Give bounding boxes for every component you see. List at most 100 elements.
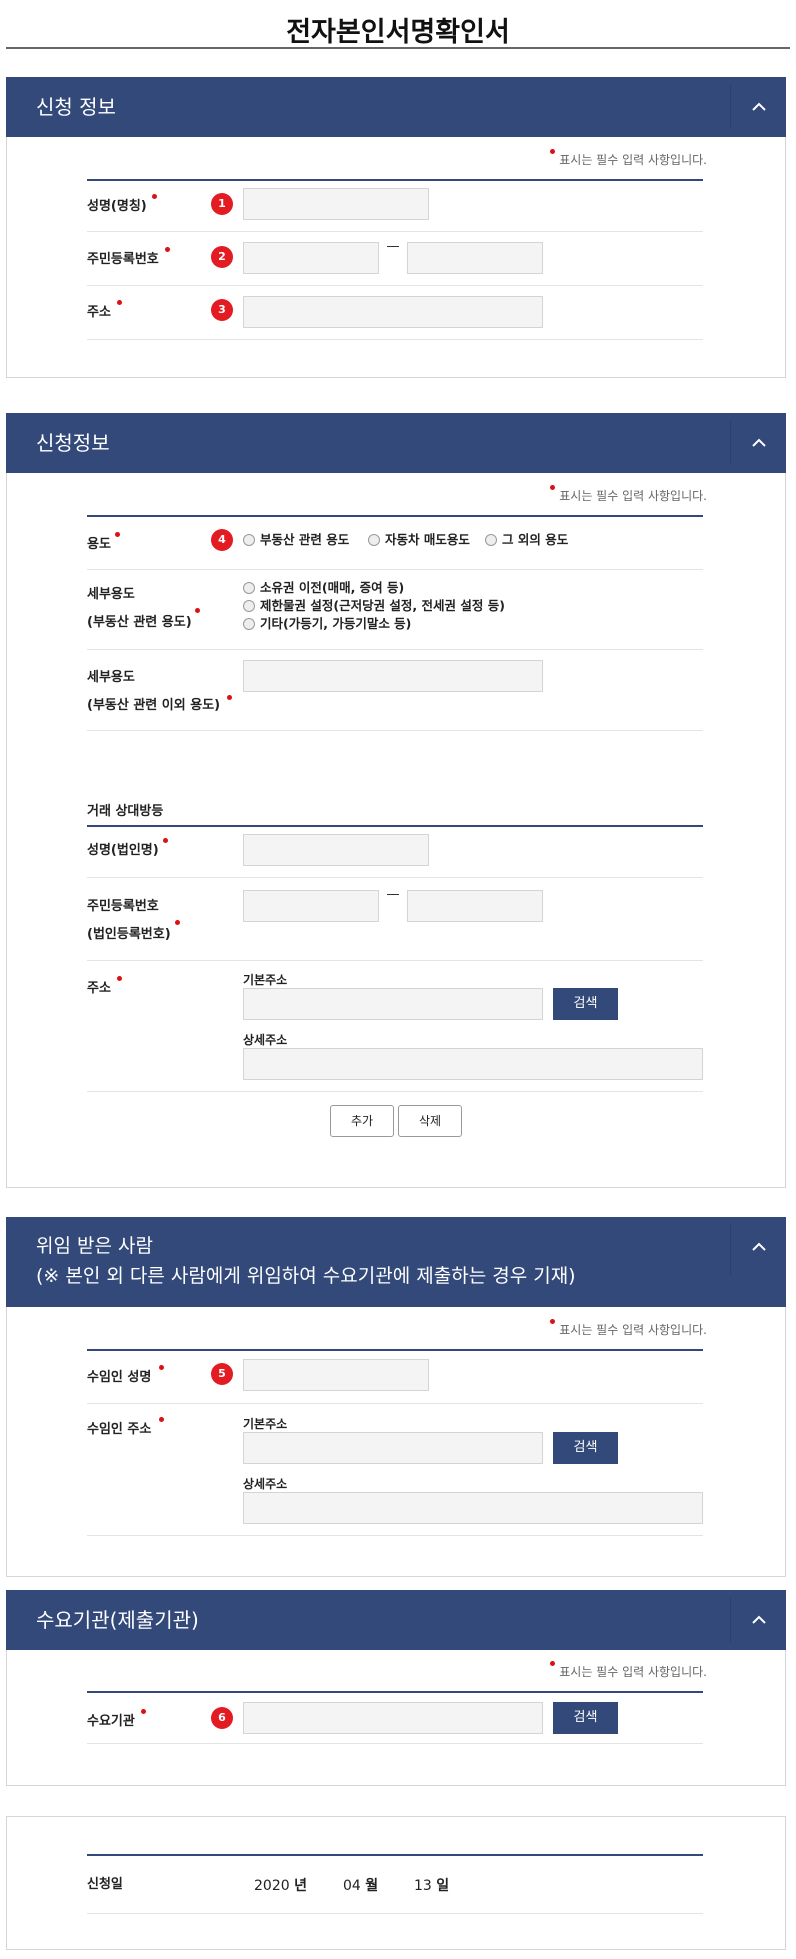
required-dot-icon bbox=[227, 695, 232, 700]
step-badge-4: 4 bbox=[211, 529, 233, 551]
cp-name-input[interactable] bbox=[243, 834, 429, 866]
row-divider bbox=[87, 231, 703, 232]
row-divider bbox=[87, 1091, 703, 1092]
cp-address-label: 주소 bbox=[87, 976, 122, 998]
form-top-rule bbox=[87, 515, 703, 517]
detail-option-restricted-right[interactable]: 제한물권 설정(근저당권 설정, 전세권 설정 등) bbox=[243, 598, 505, 614]
date-month: 04 월 bbox=[343, 1878, 379, 1894]
row-divider bbox=[87, 1403, 703, 1404]
purpose-option-other[interactable]: 그 외의 용도 bbox=[485, 532, 568, 548]
cp-rrn-back-input[interactable] bbox=[407, 890, 543, 922]
cp-address-search-button[interactable]: 검색 bbox=[553, 988, 618, 1020]
row-divider bbox=[87, 285, 703, 286]
required-dot-icon bbox=[115, 532, 120, 537]
detail-address-label: 상세주소 bbox=[243, 1033, 288, 1047]
delegate-basic-address-input[interactable] bbox=[243, 1432, 543, 1464]
radio-icon bbox=[243, 534, 255, 546]
radio-icon bbox=[243, 618, 255, 630]
form-top-rule bbox=[87, 1691, 703, 1693]
add-button[interactable]: 추가 bbox=[330, 1105, 394, 1137]
required-note: 표시는 필수 입력 사항입니다. bbox=[550, 485, 707, 504]
basic-address-label: 기본주소 bbox=[243, 1417, 288, 1431]
detail-address-label: 상세주소 bbox=[243, 1477, 288, 1491]
row-divider bbox=[87, 1535, 703, 1536]
purpose-label: 용도 bbox=[87, 532, 120, 554]
name-label: 성명(명칭) bbox=[87, 194, 157, 216]
address-input[interactable] bbox=[243, 296, 543, 328]
required-dot-icon bbox=[550, 1319, 556, 1324]
date-section: 신청일 2020 년 04 월 13 일 bbox=[6, 1816, 786, 1950]
rrn-dash bbox=[387, 894, 399, 895]
row-divider bbox=[87, 1743, 703, 1744]
chevron-up-icon bbox=[752, 1615, 766, 1624]
section-title: 위임 받은 사람 (※ 본인 외 다른 사람에게 위임하여 수요기관에 제출하는 … bbox=[36, 1235, 576, 1287]
delegate-address-label: 수임인 주소 bbox=[87, 1417, 164, 1439]
cp-basic-address-input[interactable] bbox=[243, 988, 543, 1020]
required-dot-icon bbox=[550, 1661, 556, 1666]
row-divider bbox=[87, 877, 703, 878]
date-day: 13 일 bbox=[414, 1878, 450, 1894]
delegate-name-label: 수임인 성명 bbox=[87, 1365, 164, 1387]
step-badge-1: 1 bbox=[211, 193, 233, 215]
agency-search-button[interactable]: 검색 bbox=[553, 1702, 618, 1734]
title-divider bbox=[6, 47, 790, 49]
counterparty-title: 거래 상대방등 bbox=[87, 804, 164, 819]
delegate-name-input[interactable] bbox=[243, 1359, 429, 1391]
radio-icon bbox=[485, 534, 497, 546]
delegate-address-search-button[interactable]: 검색 bbox=[553, 1432, 618, 1464]
required-note: 표시는 필수 입력 사항입니다. bbox=[550, 149, 707, 168]
agency-section: 수요기관(제출기관) 표시는 필수 입력 사항입니다. 수요기관 6 검색 bbox=[6, 1590, 786, 1786]
rrn-dash bbox=[387, 246, 399, 247]
agency-input[interactable] bbox=[243, 1702, 543, 1734]
required-dot-icon bbox=[117, 976, 122, 981]
row-divider bbox=[87, 649, 703, 650]
form-top-rule bbox=[87, 1349, 703, 1351]
delegate-section: 위임 받은 사람 (※ 본인 외 다른 사람에게 위임하여 수요기관에 제출하는 … bbox=[6, 1217, 786, 1577]
step-badge-3: 3 bbox=[211, 299, 233, 321]
delegate-detail-address-input[interactable] bbox=[243, 1492, 703, 1524]
delete-button[interactable]: 삭제 bbox=[398, 1105, 462, 1137]
delegate-section-header: 위임 받은 사람 (※ 본인 외 다른 사람에게 위임하여 수요기관에 제출하는 … bbox=[6, 1217, 786, 1307]
application-section-header: 신청정보 bbox=[6, 413, 786, 473]
cp-rrn-label: 주민등록번호 (법인등록번호) bbox=[87, 898, 180, 944]
form-top-rule bbox=[87, 179, 703, 181]
detail-purpose-other-label: 세부용도 (부동산 관련 이외 용도) bbox=[87, 669, 232, 715]
cp-rrn-front-input[interactable] bbox=[243, 890, 379, 922]
section-title: 신청 정보 bbox=[36, 95, 116, 119]
detail-option-other[interactable]: 기타(가등기, 가등기말소 등) bbox=[243, 616, 411, 632]
step-badge-5: 5 bbox=[211, 1363, 233, 1385]
chevron-up-icon bbox=[752, 1242, 766, 1251]
purpose-option-vehicle[interactable]: 자동차 매도용도 bbox=[368, 532, 470, 548]
required-dot-icon bbox=[159, 1365, 164, 1370]
required-dot-icon bbox=[175, 920, 180, 925]
chevron-up-icon bbox=[752, 102, 766, 111]
name-input[interactable] bbox=[243, 188, 429, 220]
collapse-button[interactable] bbox=[730, 421, 786, 465]
step-badge-2: 2 bbox=[211, 246, 233, 268]
collapse-button[interactable] bbox=[730, 85, 786, 129]
radio-icon bbox=[368, 534, 380, 546]
section-title: 수요기관(제출기관) bbox=[36, 1608, 199, 1632]
required-dot-icon bbox=[163, 838, 168, 843]
date-label: 신청일 bbox=[87, 1877, 123, 1892]
document-title: 전자본인서명확인서 bbox=[286, 17, 510, 48]
row-divider bbox=[87, 730, 703, 731]
detail-option-ownership[interactable]: 소유권 이전(매매, 증여 등) bbox=[243, 580, 404, 596]
chevron-up-icon bbox=[752, 438, 766, 447]
required-dot-icon bbox=[141, 1709, 146, 1714]
date-year: 2020 년 bbox=[254, 1878, 307, 1894]
page: 전자본인서명확인서 신청 정보 표시는 필수 입력 사항입니다. 성명(명칭) … bbox=[0, 0, 796, 1959]
step-badge-6: 6 bbox=[211, 1707, 233, 1729]
application-section: 신청정보 표시는 필수 입력 사항입니다. 용도 4 부동산 관련 용도 자동차… bbox=[6, 413, 786, 1188]
detail-purpose-label: 세부용도 (부동산 관련 용도) bbox=[87, 586, 200, 632]
cp-detail-address-input[interactable] bbox=[243, 1048, 703, 1080]
form-top-rule bbox=[87, 825, 703, 827]
agency-label: 수요기관 bbox=[87, 1709, 146, 1731]
collapse-button[interactable] bbox=[730, 1598, 786, 1642]
rrn-back-input[interactable] bbox=[407, 242, 543, 274]
row-divider bbox=[87, 339, 703, 340]
collapse-button[interactable] bbox=[730, 1225, 786, 1275]
purpose-option-realestate[interactable]: 부동산 관련 용도 bbox=[243, 532, 349, 548]
rrn-front-input[interactable] bbox=[243, 242, 379, 274]
detail-purpose-other-input[interactable] bbox=[243, 660, 543, 692]
